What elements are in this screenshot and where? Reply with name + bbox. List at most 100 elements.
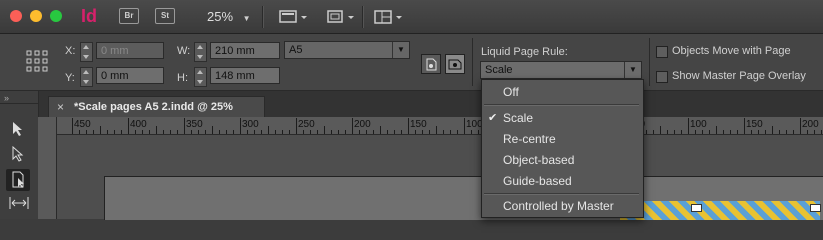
stock-button[interactable]: St <box>155 8 175 24</box>
page-size-dropdown[interactable]: A5 ▼ <box>284 41 410 59</box>
menu-item-guide-based[interactable]: Guide-based <box>482 171 641 191</box>
liquid-page-rule-dropdown[interactable]: Scale ▼ <box>480 61 642 79</box>
ruler-major-tick <box>128 118 129 134</box>
ruler-minor-tick <box>653 130 654 134</box>
ruler-label: 350 <box>186 119 203 130</box>
w-stepper[interactable] <box>194 42 207 62</box>
objects-move-checkbox[interactable] <box>656 46 668 58</box>
ruler-minor-tick <box>338 130 339 134</box>
ruler-minor-tick <box>254 130 255 134</box>
collapse-panel-icon[interactable]: » <box>4 93 9 103</box>
h-stepper[interactable] <box>194 67 207 87</box>
screen-mode-button[interactable] <box>326 9 356 28</box>
menu-item-scale[interactable]: ✔ Scale <box>482 108 641 128</box>
horizontal-ruler[interactable]: 45040035030025020015010050050100150200 <box>56 117 823 135</box>
ruler-minor-tick <box>212 126 213 134</box>
app-logo: Id <box>81 6 97 26</box>
chevron-down-icon: ▼ <box>624 62 641 78</box>
h-label: H: <box>177 72 188 84</box>
menu-item-off[interactable]: Off <box>482 82 641 102</box>
landscape-orientation-button[interactable] <box>445 54 465 74</box>
ruler-minor-tick <box>471 130 472 134</box>
direct-selection-tool[interactable] <box>11 145 25 165</box>
chevron-down-icon: ▼ <box>242 14 251 23</box>
ruler-minor-tick <box>373 130 374 134</box>
ruler-minor-tick <box>443 130 444 134</box>
page-tool-icon <box>12 171 24 188</box>
liquid-page-rule-label: Liquid Page Rule: <box>481 46 568 58</box>
ruler-minor-tick <box>394 130 395 134</box>
ruler-major-tick <box>184 118 185 134</box>
gap-tool[interactable] <box>8 195 30 214</box>
portrait-orientation-button[interactable] <box>421 54 441 74</box>
menu-item-object-based[interactable]: Object-based <box>482 150 641 170</box>
selection-tool[interactable] <box>11 121 25 140</box>
ruler-minor-tick <box>821 130 822 134</box>
ruler-label: 100 <box>690 119 707 130</box>
zoom-level[interactable]: 25% ▼ <box>207 9 251 24</box>
ruler-minor-tick <box>751 130 752 134</box>
ruler-label: 150 <box>410 119 427 130</box>
ruler-minor-tick <box>191 130 192 134</box>
ruler-major-tick <box>800 118 801 134</box>
page-size-value: A5 <box>289 44 303 56</box>
ruler-minor-tick <box>100 126 101 134</box>
ruler-minor-tick <box>716 126 717 134</box>
ruler-minor-tick <box>233 130 234 134</box>
ruler-minor-tick <box>660 126 661 134</box>
landscape-icon <box>448 59 462 70</box>
ruler-minor-tick <box>415 130 416 134</box>
ruler-minor-tick <box>261 130 262 134</box>
ruler-minor-tick <box>807 130 808 134</box>
page-handle[interactable] <box>810 204 821 212</box>
close-tab-icon[interactable]: × <box>57 100 64 114</box>
ruler-label: 250 <box>298 119 315 130</box>
menu-item-recentre[interactable]: Re-centre <box>482 129 641 149</box>
ruler-minor-tick <box>303 130 304 134</box>
view-options-button[interactable] <box>279 9 309 28</box>
ruler-minor-tick <box>478 130 479 134</box>
checkmark-icon: ✔ <box>488 112 498 124</box>
ruler-minor-tick <box>387 130 388 134</box>
document-page[interactable] <box>104 176 823 220</box>
ruler-minor-tick <box>786 130 787 134</box>
reference-point-icon[interactable] <box>26 50 48 75</box>
zoom-window-button[interactable] <box>50 10 62 22</box>
screen-mode-icon <box>279 10 307 23</box>
ruler-minor-tick <box>793 130 794 134</box>
ruler-label: 200 <box>802 119 819 130</box>
ruler-minor-tick <box>219 130 220 134</box>
ruler-minor-tick <box>324 126 325 134</box>
vertical-ruler[interactable] <box>38 117 57 219</box>
menu-separator <box>484 104 639 106</box>
page-handle[interactable] <box>691 204 702 212</box>
divider <box>472 38 473 86</box>
ruler-minor-tick <box>380 126 381 134</box>
menu-item-controlled-by-master[interactable]: Controlled by Master <box>482 196 641 216</box>
direct-selection-icon <box>12 145 24 162</box>
selection-arrow-icon <box>13 122 22 136</box>
document-tab[interactable]: × *Scale pages A5 2.indd @ 25% <box>48 96 265 118</box>
arrange-documents-button[interactable] <box>374 9 404 28</box>
page-tool[interactable] <box>6 169 30 191</box>
ruler-major-tick <box>296 118 297 134</box>
ruler-minor-tick <box>646 130 647 134</box>
ruler-label: 150 <box>746 119 763 130</box>
bridge-button[interactable]: Br <box>119 8 139 24</box>
ruler-minor-tick <box>345 130 346 134</box>
show-overlay-checkbox[interactable] <box>656 71 668 83</box>
h-field[interactable]: 148 mm <box>210 67 280 84</box>
divider <box>0 103 38 104</box>
w-field[interactable]: 210 mm <box>210 42 280 59</box>
ruler-minor-tick <box>758 130 759 134</box>
ruler-minor-tick <box>317 130 318 134</box>
close-window-button[interactable] <box>10 10 22 22</box>
ruler-minor-tick <box>674 130 675 134</box>
x-stepper[interactable] <box>80 42 93 62</box>
divider <box>362 6 364 28</box>
x-label: X: <box>65 45 76 57</box>
y-stepper[interactable] <box>80 67 93 87</box>
minimize-window-button[interactable] <box>30 10 42 22</box>
y-field[interactable]: 0 mm <box>96 67 164 84</box>
x-field[interactable]: 0 mm <box>96 42 164 59</box>
